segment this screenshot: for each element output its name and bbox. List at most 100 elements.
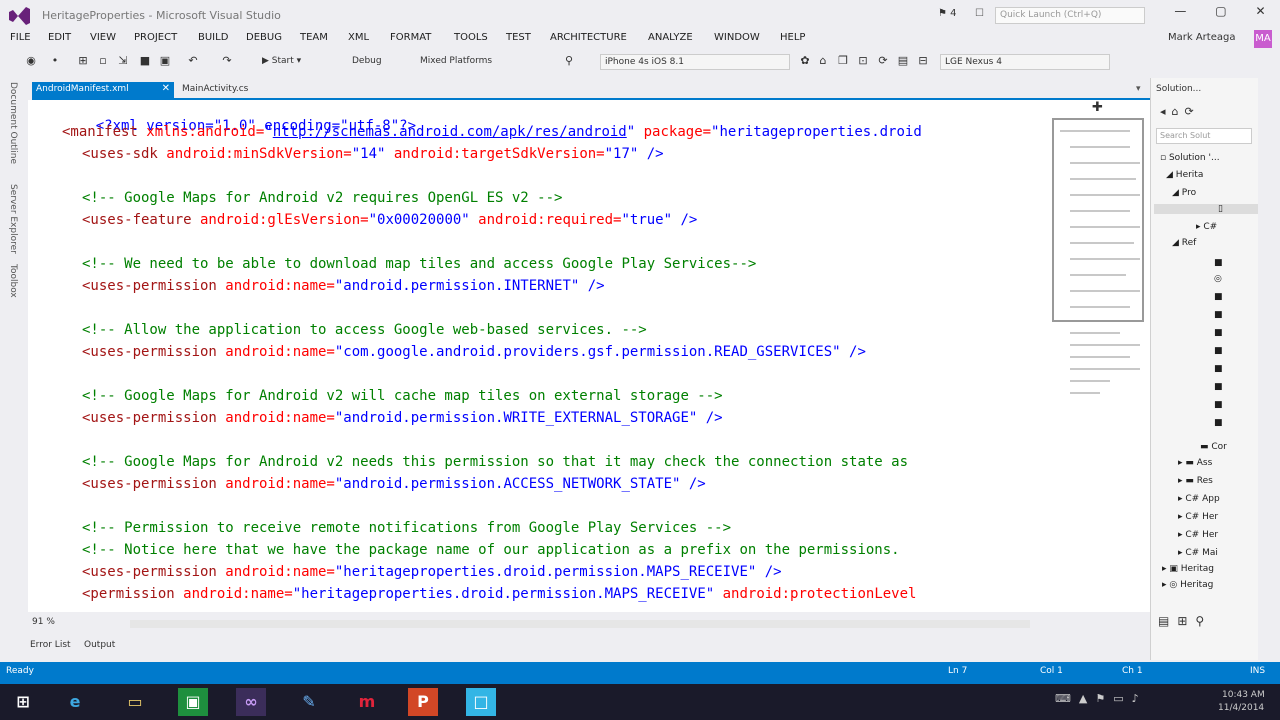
close-window-button[interactable]: ✕ [1255,4,1265,24]
solution-view-icon[interactable]: ▤ [1158,614,1177,628]
tree-item-ref[interactable]: ■ [1214,328,1223,338]
zoom-level-select[interactable]: 91 % [32,617,55,627]
tree-item-app[interactable]: ▸ C# App [1178,494,1220,504]
copy-icon[interactable]: ❐ [836,54,850,68]
save-icon[interactable]: ■ [138,54,152,68]
menu-window[interactable]: WINDOW [714,32,760,43]
forward-icon[interactable]: • [48,54,62,68]
feedback-icon[interactable]: ☐ [975,8,984,19]
tree-item-resources[interactable]: ▸ ▬ Res [1178,476,1213,486]
tree-item-ref[interactable]: ■ [1214,292,1223,302]
visual-studio-icon[interactable]: ∞ [236,688,266,716]
android-icon[interactable]: ⌂ [816,54,830,68]
tree-item-references[interactable]: ◢ Ref [1172,238,1196,248]
clock-time[interactable]: 10:43 AM [1222,690,1265,700]
menu-tools[interactable]: TOOLS [454,32,488,43]
schema-link[interactable]: http://schemas.android.com/apk/res/andro… [273,124,627,140]
tree-item-ref[interactable]: ■ [1214,258,1223,268]
server-explorer-tab[interactable]: Server Explorer [8,184,18,254]
refresh-icon[interactable]: ⟳ [1185,105,1200,118]
menu-test[interactable]: TEST [506,32,531,43]
tree-item-project-ios[interactable]: ▸ ▣ Heritag [1162,564,1214,574]
menu-xml[interactable]: XML [348,32,369,43]
tree-item-ref[interactable]: ■ [1214,310,1223,320]
sdk-icon[interactable]: ⊟ [916,54,930,68]
configuration-select[interactable]: Debug [352,56,382,66]
new-item-icon[interactable]: ▫ [96,54,110,68]
keyboard-icon[interactable]: ⌨ [1055,692,1079,705]
network-icon[interactable]: ▲ [1079,692,1095,705]
tree-item-ref[interactable]: ◎ [1214,274,1222,284]
save-all-icon[interactable]: ▣ [158,54,172,68]
tree-item-ref[interactable]: ■ [1214,346,1223,356]
file-explorer-icon[interactable]: ▭ [120,688,150,716]
tree-item-heritage-1[interactable]: ▸ C# Her [1178,512,1218,522]
menu-view[interactable]: VIEW [90,32,116,43]
class-view-icon[interactable]: ⚲ [1195,614,1212,628]
menu-project[interactable]: PROJECT [134,32,177,43]
new-project-icon[interactable]: ⊞ [76,54,90,68]
meeting-app-icon[interactable]: m [352,688,382,716]
code-editor[interactable]: <?xml version="1.0" encoding="utf-8"?> <… [28,100,1050,612]
tab-output[interactable]: Output [84,640,115,650]
menu-format[interactable]: FORMAT [390,32,431,43]
target-device-select[interactable]: LGE Nexus 4 [940,54,1110,70]
open-icon[interactable]: ⇲ [116,54,130,68]
powerpoint-icon[interactable]: P [408,688,438,716]
user-name[interactable]: Mark Arteaga [1168,32,1235,43]
tree-item-assemblyinfo[interactable]: ▸ C# [1196,222,1217,232]
menu-analyze[interactable]: ANALYZE [648,32,693,43]
remote-desktop-icon[interactable]: ✎ [294,688,324,716]
store-icon[interactable]: ▣ [178,688,208,716]
clock-date[interactable]: 11/4/2014 [1218,703,1264,713]
device-select[interactable]: iPhone 4s iOS 8.1 [600,54,790,70]
tree-item-project[interactable]: ◢ Herita [1166,170,1203,180]
minimize-button[interactable]: — [1174,4,1186,24]
start-button[interactable]: ▶ Start ▾ [262,56,301,66]
tree-item-components[interactable]: ▬ Cor [1200,442,1227,452]
tab-main-activity[interactable]: MainActivity.cs [182,84,248,94]
app-tile-icon[interactable]: □ [466,688,496,716]
maximize-button[interactable]: ▢ [1215,4,1226,24]
menu-help[interactable]: HELP [780,32,805,43]
quick-launch-input[interactable]: Quick Launch (Ctrl+Q) [995,7,1145,24]
menu-architecture[interactable]: ARCHITECTURE [550,32,627,43]
tree-item-project-core[interactable]: ▸ ◎ Heritag [1162,580,1213,590]
tree-item-assets[interactable]: ▸ ▬ Ass [1178,458,1212,468]
tools-icon[interactable]: ⊡ [856,54,870,68]
volume-icon[interactable]: ♪ [1132,692,1147,705]
menu-file[interactable]: FILE [10,32,31,43]
solution-search-input[interactable]: Search Solut [1156,128,1252,144]
device-manager-icon[interactable]: ▤ [896,54,910,68]
tree-item-ref[interactable]: ■ [1214,382,1223,392]
tree-item-ref[interactable]: ■ [1214,400,1223,410]
avatar[interactable]: MA [1254,30,1272,48]
internet-explorer-icon[interactable]: e [60,688,90,716]
platform-select[interactable]: Mixed Platforms [420,56,492,66]
tree-item-ref[interactable]: ■ [1214,418,1223,428]
horizontal-scrollbar[interactable] [130,620,1030,628]
menu-build[interactable]: BUILD [198,32,228,43]
solution-explorer-title[interactable]: Solution... [1156,84,1201,94]
tree-item-ref[interactable]: ■ [1214,364,1223,374]
undo-icon[interactable]: ↶ [186,54,200,68]
notification-flag-icon[interactable]: ⚑ 4 [938,8,957,19]
tree-item-solution[interactable]: ▫ Solution '... [1160,153,1220,163]
tree-item-mainactivity[interactable]: ▸ C# Mai [1178,548,1218,558]
tab-android-manifest[interactable]: AndroidManifest.xml ✕ [32,82,174,98]
back-icon[interactable]: ◉ [24,54,38,68]
refresh-icon[interactable]: ⟳ [876,54,890,68]
menu-team[interactable]: TEAM [300,32,328,43]
tree-item-properties[interactable]: ◢ Pro [1172,188,1196,198]
find-icon[interactable]: ⚲ [562,54,576,68]
tab-dropdown-icon[interactable]: ▾ [1136,84,1141,94]
tab-error-list[interactable]: Error List [30,640,71,650]
windows-start-icon[interactable]: ⊞ [8,688,38,716]
display-icon[interactable]: ▭ [1113,692,1131,705]
team-explorer-icon[interactable]: ⊞ [1177,614,1195,628]
home-icon[interactable]: ⌂ [1172,105,1185,118]
document-outline-tab[interactable]: Document Outline [8,82,18,164]
tree-item-manifest[interactable]: ▯ [1154,204,1258,214]
tree-item-heritage-2[interactable]: ▸ C# Her [1178,530,1218,540]
menu-debug[interactable]: DEBUG [246,32,282,43]
